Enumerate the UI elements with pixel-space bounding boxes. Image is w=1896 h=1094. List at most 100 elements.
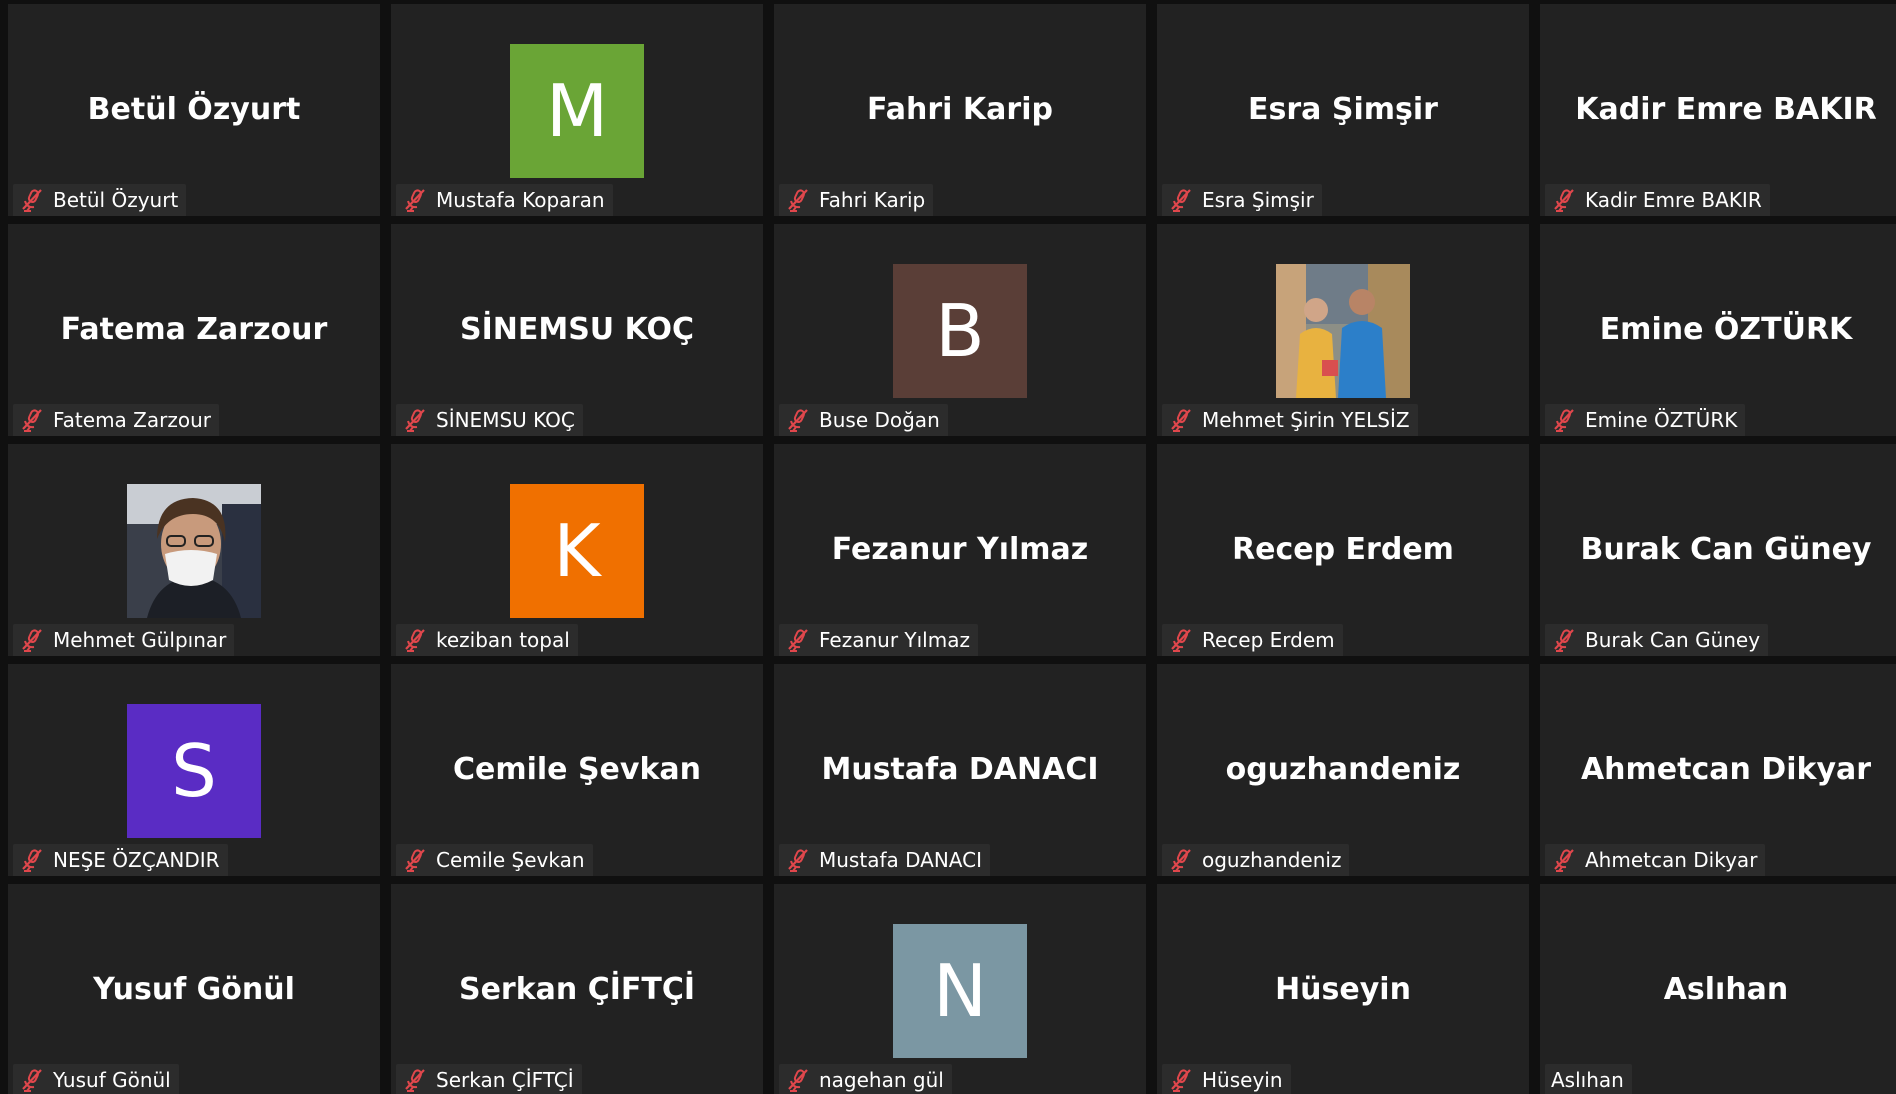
participant-name-bar: Fahri Karip <box>779 184 934 216</box>
participant-tile[interactable]: Fezanur Yılmaz Fezanur Yılmaz <box>774 444 1146 656</box>
participant-name-bar: Emine ÖZTÜRK <box>1545 404 1746 436</box>
microphone-muted-icon <box>19 407 45 433</box>
participant-name-bar: Fezanur Yılmaz <box>779 624 978 656</box>
participant-name-bar: Aslıhan <box>1545 1064 1632 1094</box>
participant-name-label: Esra Şimşir <box>1202 188 1314 212</box>
participant-display-name: Fatema Zarzour <box>60 312 328 347</box>
participant-name-bar: nagehan gül <box>779 1064 952 1094</box>
participant-name-bar: Mustafa Koparan <box>396 184 613 216</box>
participant-display-name: Burak Can Güney <box>1580 532 1872 567</box>
microphone-muted-icon <box>402 847 428 873</box>
participant-name-label: keziban topal <box>436 628 570 652</box>
participant-tile[interactable]: Hüseyin Hüseyin <box>1157 884 1529 1094</box>
participant-tile[interactable]: Fahri Karip Fahri Karip <box>774 4 1146 216</box>
participant-name-bar: Yusuf Gönül <box>13 1064 179 1094</box>
participant-tile[interactable]: Emine ÖZTÜRK Emine ÖZTÜRK <box>1540 224 1896 436</box>
participant-tile[interactable]: Mehmet Şirin YELSİZ <box>1157 224 1529 436</box>
participant-tile[interactable]: Mehmet Gülpınar <box>8 444 380 656</box>
participant-name-label: Hüseyin <box>1202 1068 1283 1092</box>
participant-tile[interactable]: Cemile Şevkan Cemile Şevkan <box>391 664 763 876</box>
participant-name-bar: Esra Şimşir <box>1162 184 1322 216</box>
participant-display-name: Fahri Karip <box>867 92 1053 127</box>
participant-tile[interactable]: Yusuf Gönül Yusuf Gönül <box>8 884 380 1094</box>
participant-display-name: Emine ÖZTÜRK <box>1599 312 1853 347</box>
microphone-muted-icon <box>1168 847 1194 873</box>
participant-name-label: NEŞE ÖZÇANDIR <box>53 848 220 872</box>
participant-name-label: Cemile Şevkan <box>436 848 585 872</box>
participant-tile[interactable]: Esra Şimşir Esra Şimşir <box>1157 4 1529 216</box>
participant-display-name: SİNEMSU KOÇ <box>459 312 695 347</box>
participant-tile[interactable]: oguzhandeniz oguzhandeniz <box>1157 664 1529 876</box>
participant-display-name: Serkan ÇİFTÇİ <box>458 972 696 1007</box>
participant-tile[interactable]: Kadir Emre BAKIR Kadir Emre BAKIR <box>1540 4 1896 216</box>
microphone-muted-icon <box>785 627 811 653</box>
microphone-muted-icon <box>1168 1067 1194 1093</box>
microphone-muted-icon <box>19 187 45 213</box>
microphone-muted-icon <box>1551 847 1577 873</box>
microphone-muted-icon <box>1551 187 1577 213</box>
avatar-initial: M <box>510 44 644 178</box>
participant-name-label: oguzhandeniz <box>1202 848 1342 872</box>
participant-name-label: Burak Can Güney <box>1585 628 1761 652</box>
participant-name-bar: Cemile Şevkan <box>396 844 593 876</box>
two-men-outdoor-photo <box>1276 264 1410 398</box>
participant-name-label: nagehan gül <box>819 1068 944 1092</box>
participant-name-bar: Fatema Zarzour <box>13 404 219 436</box>
man-with-mask-photo <box>127 484 261 618</box>
participant-tile[interactable]: Aslıhan Aslıhan <box>1540 884 1896 1094</box>
participant-tile[interactable]: M Mustafa Koparan <box>391 4 763 216</box>
participant-tile[interactable]: Mustafa DANACI Mustafa DANACI <box>774 664 1146 876</box>
participant-name-label: Mehmet Gülpınar <box>53 628 227 652</box>
participant-tile[interactable]: Nnagehan gül <box>774 884 1146 1094</box>
participant-name-bar: Mehmet Şirin YELSİZ <box>1162 404 1418 436</box>
participant-tile[interactable]: SİNEMSU KOÇ SİNEMSU KOÇ <box>391 224 763 436</box>
participant-display-name: Aslıhan <box>1663 972 1789 1007</box>
microphone-muted-icon <box>1551 407 1577 433</box>
participant-name-bar: Recep Erdem <box>1162 624 1343 656</box>
microphone-muted-icon <box>1551 627 1577 653</box>
participant-display-name: Ahmetcan Dikyar <box>1580 752 1872 787</box>
participant-tile[interactable]: Serkan ÇİFTÇİ Serkan ÇİFTÇİ <box>391 884 763 1094</box>
microphone-muted-icon <box>785 407 811 433</box>
avatar-initial: B <box>893 264 1027 398</box>
participant-name-bar: Mustafa DANACI <box>779 844 990 876</box>
participant-name-label: Yusuf Gönül <box>53 1068 171 1092</box>
participant-tile[interactable]: S NEŞE ÖZÇANDIR <box>8 664 380 876</box>
participant-name-bar: Ahmetcan Dikyar <box>1545 844 1766 876</box>
participant-display-name: Betül Özyurt <box>87 92 301 127</box>
microphone-muted-icon <box>402 187 428 213</box>
participant-display-name: Cemile Şevkan <box>452 752 702 787</box>
participant-gallery: Betül Özyurt Betül Özyurt M Mustafa Koparan… <box>0 0 1896 1094</box>
participant-name-bar: Serkan ÇİFTÇİ <box>396 1064 582 1094</box>
avatar-initial: N <box>893 924 1027 1058</box>
participant-name-label: Fezanur Yılmaz <box>819 628 970 652</box>
participant-tile[interactable]: Betül Özyurt Betül Özyurt <box>8 4 380 216</box>
participant-name-bar: Burak Can Güney <box>1545 624 1769 656</box>
participant-tile[interactable]: Ahmetcan Dikyar Ahmetcan Dikyar <box>1540 664 1896 876</box>
microphone-muted-icon <box>785 1067 811 1093</box>
participant-name-label: Fatema Zarzour <box>53 408 211 432</box>
participant-display-name: Esra Şimşir <box>1248 92 1438 127</box>
participant-name-bar: Buse Doğan <box>779 404 948 436</box>
microphone-muted-icon <box>402 407 428 433</box>
participant-name-bar: Mehmet Gülpınar <box>13 624 235 656</box>
microphone-muted-icon <box>19 1067 45 1093</box>
participant-name-label: Recep Erdem <box>1202 628 1335 652</box>
participant-tile[interactable]: B Buse Doğan <box>774 224 1146 436</box>
participant-tile[interactable]: Fatema Zarzour Fatema Zarzour <box>8 224 380 436</box>
participant-name-label: Emine ÖZTÜRK <box>1585 408 1738 432</box>
microphone-muted-icon <box>19 627 45 653</box>
participant-tile[interactable]: Burak Can Güney Burak Can Güney <box>1540 444 1896 656</box>
participant-display-name: Yusuf Gönül <box>93 972 295 1007</box>
participant-name-label: Fahri Karip <box>819 188 926 212</box>
microphone-muted-icon <box>1168 627 1194 653</box>
participant-name-bar: oguzhandeniz <box>1162 844 1350 876</box>
participant-name-label: Betül Özyurt <box>53 188 179 212</box>
participant-tile[interactable]: Kkeziban topal <box>391 444 763 656</box>
microphone-muted-icon <box>1168 407 1194 433</box>
participant-name-bar: NEŞE ÖZÇANDIR <box>13 844 228 876</box>
participant-tile[interactable]: Recep Erdem Recep Erdem <box>1157 444 1529 656</box>
participant-display-name: oguzhandeniz <box>1225 752 1461 787</box>
participant-display-name: Fezanur Yılmaz <box>831 532 1089 567</box>
microphone-muted-icon <box>402 1067 428 1093</box>
